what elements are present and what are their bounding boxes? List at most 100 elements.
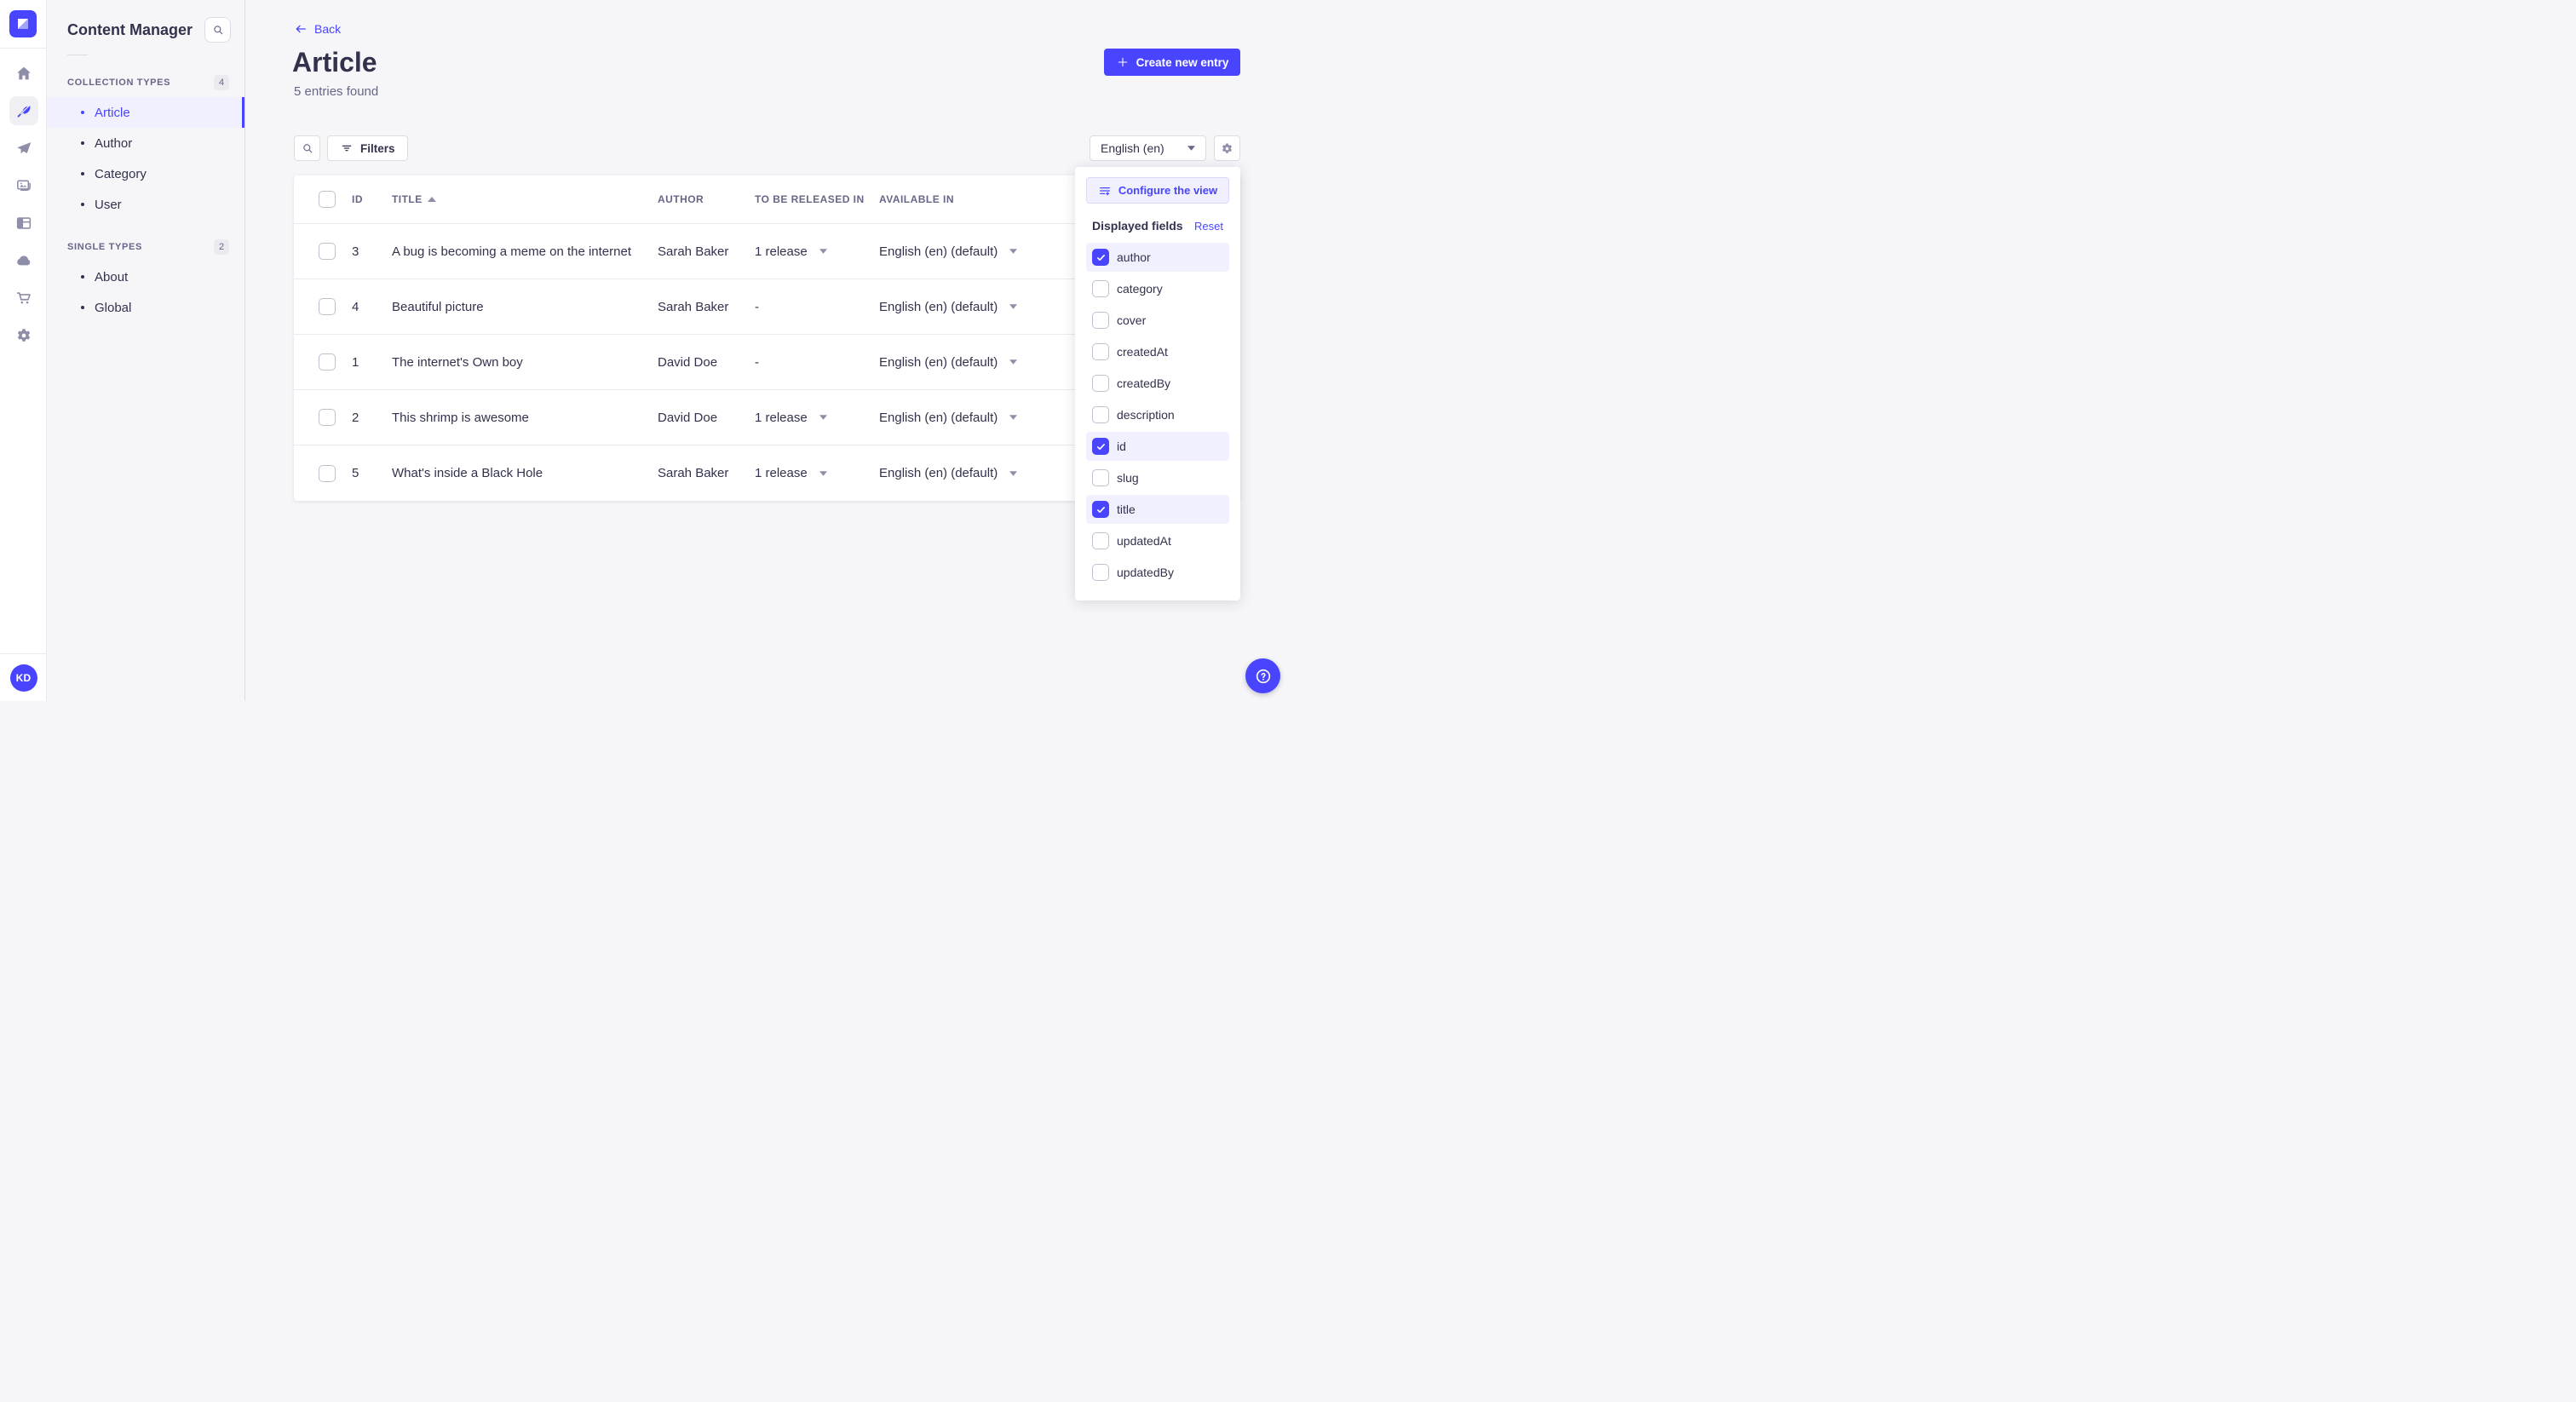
field-toggle-title[interactable]: title <box>1086 495 1229 524</box>
content-type-builder-nav-item[interactable] <box>9 209 38 238</box>
cell-releases[interactable]: 1 release <box>755 411 879 425</box>
locale-select[interactable]: English (en) <box>1090 135 1206 161</box>
chevron-down-icon <box>1187 146 1195 151</box>
cell-author: Sarah Baker <box>658 466 729 480</box>
caret-down-icon <box>1009 249 1018 254</box>
sidebar-item-label: Global <box>95 300 132 315</box>
media-library-nav-item[interactable] <box>9 171 38 200</box>
field-checkbox[interactable] <box>1092 532 1109 549</box>
bullet-icon <box>81 172 84 175</box>
strapi-logo[interactable] <box>9 10 37 37</box>
section-label: SINGLE TYPES <box>67 242 142 252</box>
arrow-left-icon <box>296 25 306 33</box>
section-count-badge: 2 <box>214 239 229 255</box>
configure-view-button[interactable]: Configure the view <box>1086 177 1229 204</box>
page-title: Article <box>292 47 377 78</box>
field-checkbox[interactable] <box>1092 343 1109 360</box>
column-header-releases: TO BE RELEASED IN <box>755 193 865 205</box>
cell-author: David Doe <box>658 410 718 425</box>
field-label: updatedBy <box>1117 566 1174 579</box>
field-label: cover <box>1117 313 1147 327</box>
sidebar-item-category[interactable]: Category <box>47 158 244 189</box>
field-toggle-category[interactable]: category <box>1086 274 1229 303</box>
field-toggle-createdAt[interactable]: createdAt <box>1086 337 1229 366</box>
sidebar-item-article[interactable]: Article <box>47 97 244 128</box>
row-checkbox[interactable] <box>319 243 336 260</box>
question-mark-icon <box>1256 669 1270 683</box>
create-new-entry-button[interactable]: Create new entry <box>1104 49 1240 76</box>
field-checkbox[interactable] <box>1092 280 1109 297</box>
section-count-badge: 4 <box>214 75 229 90</box>
filter-icon <box>342 145 352 152</box>
collection-types-section-header: COLLECTION TYPES 4 <box>47 55 244 97</box>
displayed-fields-title: Displayed fields <box>1092 219 1183 233</box>
help-button[interactable] <box>1245 658 1280 693</box>
sidebar-search-button[interactable] <box>204 17 231 43</box>
cloud-icon <box>16 256 30 266</box>
row-checkbox[interactable] <box>319 298 336 315</box>
field-toggle-updatedAt[interactable]: updatedAt <box>1086 526 1229 555</box>
cell-id: 5 <box>352 466 359 480</box>
column-header-id[interactable]: ID <box>352 193 392 205</box>
cell-author: David Doe <box>658 354 718 370</box>
content-manager-nav-item[interactable] <box>9 96 38 125</box>
field-label: createdAt <box>1117 345 1168 359</box>
field-checkbox[interactable] <box>1092 249 1109 266</box>
search-icon <box>213 26 222 35</box>
sidebar-item-label: Article <box>95 105 130 120</box>
row-checkbox[interactable] <box>319 353 336 371</box>
field-toggle-updatedBy[interactable]: updatedBy <box>1086 558 1229 587</box>
field-checkbox[interactable] <box>1092 375 1109 392</box>
view-settings-button[interactable] <box>1214 135 1240 161</box>
entries-count: 5 entries found <box>294 84 379 99</box>
main-nav-rail: KD <box>0 0 47 701</box>
cell-releases[interactable]: 1 release <box>755 244 879 259</box>
row-checkbox[interactable] <box>319 464 336 482</box>
field-checkbox[interactable] <box>1092 564 1109 581</box>
field-checkbox[interactable] <box>1092 312 1109 329</box>
single-types-section-header: SINGLE TYPES 2 <box>47 220 244 261</box>
field-label: description <box>1117 408 1175 422</box>
field-toggle-createdBy[interactable]: createdBy <box>1086 369 1229 398</box>
bullet-icon <box>81 203 84 206</box>
field-label: title <box>1117 503 1136 516</box>
sidebar-item-global[interactable]: Global <box>47 292 244 323</box>
column-header-title[interactable]: TITLE <box>392 193 658 205</box>
check-icon <box>1096 506 1105 513</box>
caret-down-icon <box>819 415 827 420</box>
cell-releases[interactable]: 1 release <box>755 466 879 480</box>
field-toggle-id[interactable]: id <box>1086 432 1229 461</box>
field-toggle-cover[interactable]: cover <box>1086 306 1229 335</box>
releases-nav-item[interactable] <box>9 134 38 163</box>
home-nav-item[interactable] <box>9 59 38 88</box>
sidebar-item-about[interactable]: About <box>47 261 244 292</box>
row-checkbox[interactable] <box>319 409 336 426</box>
table-search-button[interactable] <box>294 135 320 161</box>
cell-title: This shrimp is awesome <box>392 410 529 425</box>
filters-button[interactable]: Filters <box>327 135 408 161</box>
field-checkbox[interactable] <box>1092 501 1109 518</box>
back-link[interactable]: Back <box>294 22 341 36</box>
cloud-nav-item[interactable] <box>9 246 38 275</box>
select-all-checkbox[interactable] <box>319 191 336 208</box>
field-toggle-slug[interactable]: slug <box>1086 463 1229 492</box>
caret-down-icon <box>819 470 827 476</box>
cell-releases: - <box>755 354 759 370</box>
field-checkbox[interactable] <box>1092 469 1109 486</box>
field-toggle-description[interactable]: description <box>1086 400 1229 429</box>
releases-icon <box>16 142 31 154</box>
cell-title: What's inside a Black Hole <box>392 466 543 480</box>
field-toggle-author[interactable]: author <box>1086 243 1229 272</box>
sidebar-item-user[interactable]: User <box>47 189 244 220</box>
field-checkbox[interactable] <box>1092 406 1109 423</box>
marketplace-icon <box>16 292 31 304</box>
field-checkbox[interactable] <box>1092 438 1109 455</box>
cell-id: 3 <box>352 244 359 259</box>
settings-nav-item[interactable] <box>9 321 38 350</box>
sidebar-item-author[interactable]: Author <box>47 128 244 158</box>
user-avatar[interactable]: KD <box>9 664 37 692</box>
marketplace-nav-item[interactable] <box>9 284 38 313</box>
field-label: category <box>1117 282 1163 296</box>
reset-fields-button[interactable]: Reset <box>1194 220 1223 233</box>
configure-view-icon <box>1099 187 1110 195</box>
